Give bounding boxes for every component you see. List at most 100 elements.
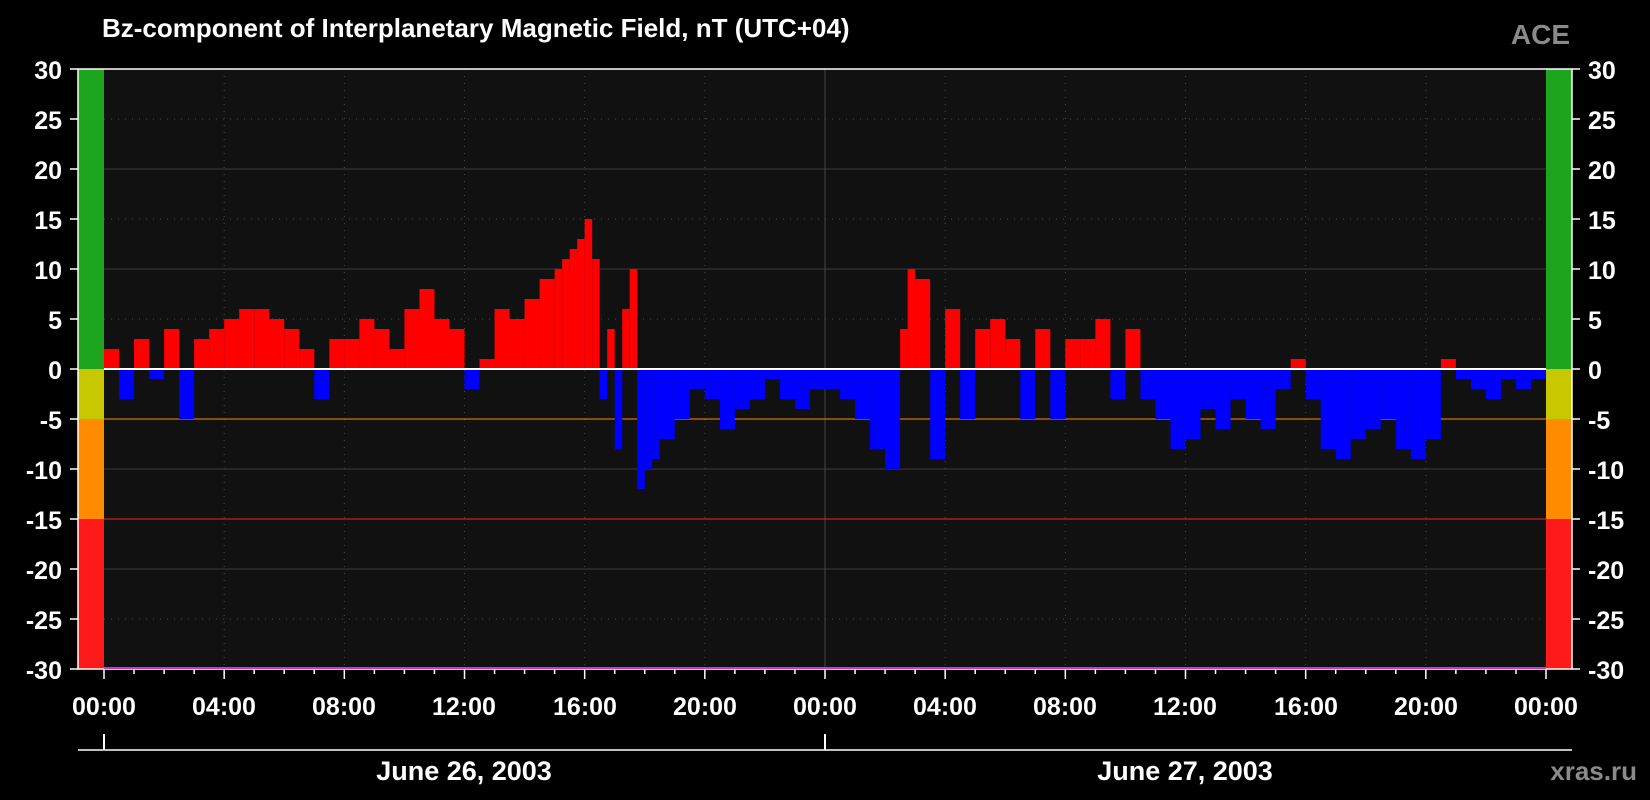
x-tick-label: 04:00 — [192, 693, 256, 721]
y-tick-label-left: 15 — [34, 207, 62, 235]
bz-bar — [1110, 369, 1126, 399]
bz-bar — [885, 369, 901, 469]
x-tick-label: 04:00 — [913, 693, 977, 721]
bz-bar — [1260, 369, 1276, 429]
bz-bar — [1215, 369, 1231, 429]
y-tick-label-left: 5 — [48, 307, 62, 335]
x-axis: 00:00 04:00 08:00 12:00 16:00 20:00 00:0… — [72, 693, 1578, 721]
y-tick-label-left: -10 — [26, 457, 62, 485]
left-severity-band — [78, 69, 104, 669]
bz-bar — [254, 309, 270, 369]
bz-bar — [794, 369, 810, 409]
y-tick-label-right: 25 — [1588, 107, 1616, 135]
bz-bar — [134, 339, 150, 369]
x-tick-label: 12:00 — [432, 693, 496, 721]
bz-bar — [907, 269, 916, 369]
bz-bar — [1500, 369, 1516, 379]
severity-band-segment — [1546, 519, 1572, 669]
bz-bar — [674, 369, 690, 419]
bz-bar — [592, 259, 600, 369]
bz-bar — [599, 369, 608, 399]
x-tick-label: 00:00 — [72, 693, 136, 721]
bz-bar — [374, 329, 390, 369]
bz-bar — [577, 239, 585, 369]
bz-bar — [494, 309, 510, 369]
bz-bar — [1155, 369, 1171, 419]
bz-bar — [464, 369, 480, 389]
severity-band-segment — [1546, 419, 1572, 519]
bz-bar — [825, 369, 841, 389]
x-tick-label: 20:00 — [673, 693, 737, 721]
y-tick-label-left: -20 — [26, 557, 62, 585]
bz-bar — [1020, 369, 1036, 419]
bz-bar — [779, 369, 795, 399]
bz-bar — [329, 339, 345, 369]
bz-bar — [524, 299, 540, 369]
bz-bar — [930, 369, 946, 459]
bz-bar — [945, 309, 961, 369]
bz-bar — [1530, 369, 1546, 379]
severity-band-segment — [1546, 369, 1572, 419]
y-axis-left: 30 25 20 15 10 5 0 -5 -10 -15 -20 -25 -3… — [26, 57, 62, 685]
bz-bar — [960, 369, 976, 419]
y-tick-label-left: 0 — [48, 357, 62, 385]
bz-bar — [1455, 369, 1471, 379]
severity-band-segment — [1546, 69, 1572, 369]
x-tick-label: 08:00 — [312, 693, 376, 721]
y-tick-label-left: -5 — [40, 407, 62, 435]
bz-bar — [1485, 369, 1501, 399]
y-tick-label-left: 30 — [34, 57, 62, 85]
y-tick-label-right: -20 — [1588, 557, 1624, 585]
bz-bar — [1245, 369, 1261, 419]
severity-band-segment — [78, 69, 104, 369]
bz-bar — [269, 319, 285, 369]
bz-bar — [149, 369, 165, 379]
bz-bar — [359, 319, 375, 369]
y-tick-label-right: 30 — [1588, 57, 1616, 85]
x-tick-label: 00:00 — [1514, 693, 1578, 721]
bz-bar — [607, 329, 615, 369]
bz-bar — [449, 329, 465, 369]
bz-bar — [704, 369, 720, 399]
y-tick-label-right: 20 — [1588, 157, 1616, 185]
y-tick-label-right: -10 — [1588, 457, 1624, 485]
bz-bar — [1470, 369, 1486, 389]
bz-bar — [1395, 369, 1411, 449]
bz-bar — [1335, 369, 1351, 459]
date-label: June 26, 2003 — [376, 756, 552, 786]
bz-bar — [562, 259, 570, 369]
bz-bar — [104, 349, 120, 369]
x-tick-marks — [103, 669, 1547, 679]
bz-bar — [629, 269, 638, 369]
bz-bar — [344, 339, 360, 369]
bz-bar — [284, 329, 300, 369]
x-tick-label: 16:00 — [553, 693, 617, 721]
y-tick-label-right: 15 — [1588, 207, 1616, 235]
severity-band-segment — [78, 519, 104, 669]
bz-bar — [719, 369, 735, 429]
bz-bar — [644, 369, 653, 469]
bz-bar — [1035, 329, 1051, 369]
bz-bar — [1380, 369, 1396, 419]
x-tick-label: 00:00 — [793, 693, 857, 721]
bz-bar — [975, 329, 991, 369]
bz-bar — [584, 219, 593, 369]
bz-bar — [314, 369, 330, 399]
source-label: ACE — [1511, 19, 1570, 50]
bz-bar — [1230, 369, 1246, 399]
bz-bar — [209, 329, 225, 369]
severity-band-segment — [78, 369, 104, 419]
y-tick-label-left: 20 — [34, 157, 62, 185]
y-tick-label-right: -15 — [1588, 507, 1624, 535]
credit-label: xras.ru — [1550, 756, 1637, 786]
bz-bar — [1125, 329, 1141, 369]
y-tick-label-left: -15 — [26, 507, 62, 535]
bz-bar — [659, 369, 675, 439]
bz-bar — [539, 279, 555, 369]
bz-bar — [622, 309, 630, 369]
bz-bar — [990, 319, 1006, 369]
x-tick-label: 08:00 — [1033, 693, 1097, 721]
bz-bar — [652, 369, 660, 459]
bz-bar — [900, 329, 908, 369]
y-tick-label-left: 25 — [34, 107, 62, 135]
